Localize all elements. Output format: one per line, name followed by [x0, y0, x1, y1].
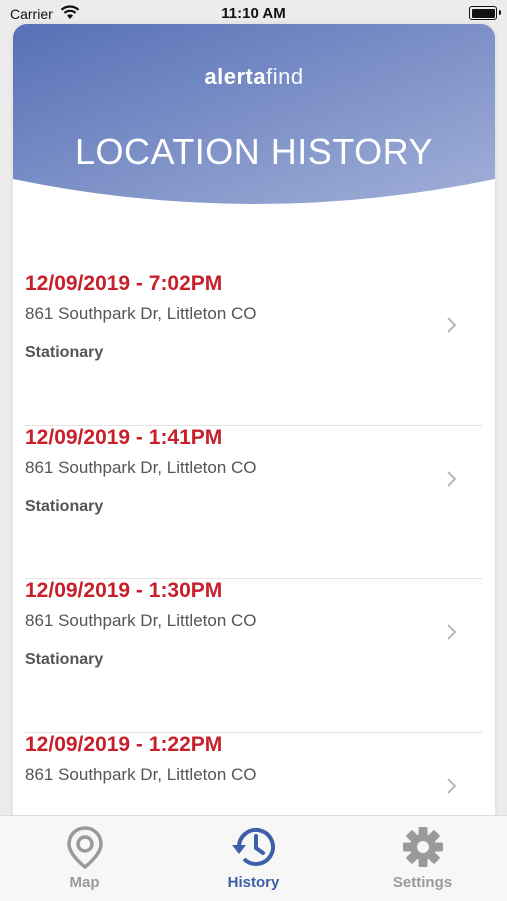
history-address: 861 Southpark Dr, Littleton CO: [25, 764, 257, 784]
app-logo: alertafind: [13, 64, 495, 90]
clock: 11:10 AM: [221, 5, 286, 22]
chevron-right-icon: [446, 316, 458, 339]
tab-label: Map: [69, 874, 100, 891]
history-status: Stationary: [25, 651, 104, 668]
tab-label: History: [227, 874, 280, 891]
history-address: 861 Southpark Dr, Littleton CO: [25, 457, 257, 477]
list-item[interactable]: 12/09/2019 - 1:30PM 861 Southpark Dr, Li…: [25, 579, 482, 733]
history-date: 12/09/2019 - 1:41PM: [25, 425, 223, 449]
history-date: 12/09/2019 - 1:30PM: [25, 579, 223, 602]
list-item[interactable]: 12/09/2019 - 1:41PM 861 Southpark Dr, Li…: [25, 425, 482, 579]
page-title: LOCATION HISTORY: [74, 131, 434, 172]
history-list: 12/09/2019 - 7:02PM 861 Southpark Dr, Li…: [25, 272, 482, 885]
logo-light: find: [266, 64, 304, 89]
history-status: Stationary: [25, 344, 104, 361]
history-status: Stationary: [25, 497, 104, 515]
tab-history[interactable]: History: [169, 816, 338, 901]
battery-icon: [469, 6, 501, 20]
tab-bar: Map History Settings: [0, 815, 507, 901]
tab-label: Settings: [392, 874, 453, 891]
tab-map[interactable]: Map: [0, 816, 169, 901]
header: alertafind LOCATION HISTORY: [13, 24, 495, 214]
gear-icon: [338, 824, 507, 870]
tab-settings[interactable]: Settings: [338, 816, 507, 901]
history-icon: [169, 824, 338, 870]
chevron-right-icon: [446, 777, 458, 800]
logo-bold: alerta: [204, 64, 267, 89]
history-date: 12/09/2019 - 7:02PM: [25, 272, 223, 295]
chevron-right-icon: [446, 470, 458, 493]
header-background: [13, 24, 495, 204]
history-date: 12/09/2019 - 1:22PM: [25, 732, 223, 756]
history-address: 861 Southpark Dr, Littleton CO: [25, 611, 257, 630]
chevron-right-icon: [446, 623, 458, 646]
history-address: 861 Southpark Dr, Littleton CO: [25, 304, 257, 323]
list-item[interactable]: 12/09/2019 - 7:02PM 861 Southpark Dr, Li…: [25, 272, 482, 426]
map-pin-icon: [0, 824, 169, 870]
